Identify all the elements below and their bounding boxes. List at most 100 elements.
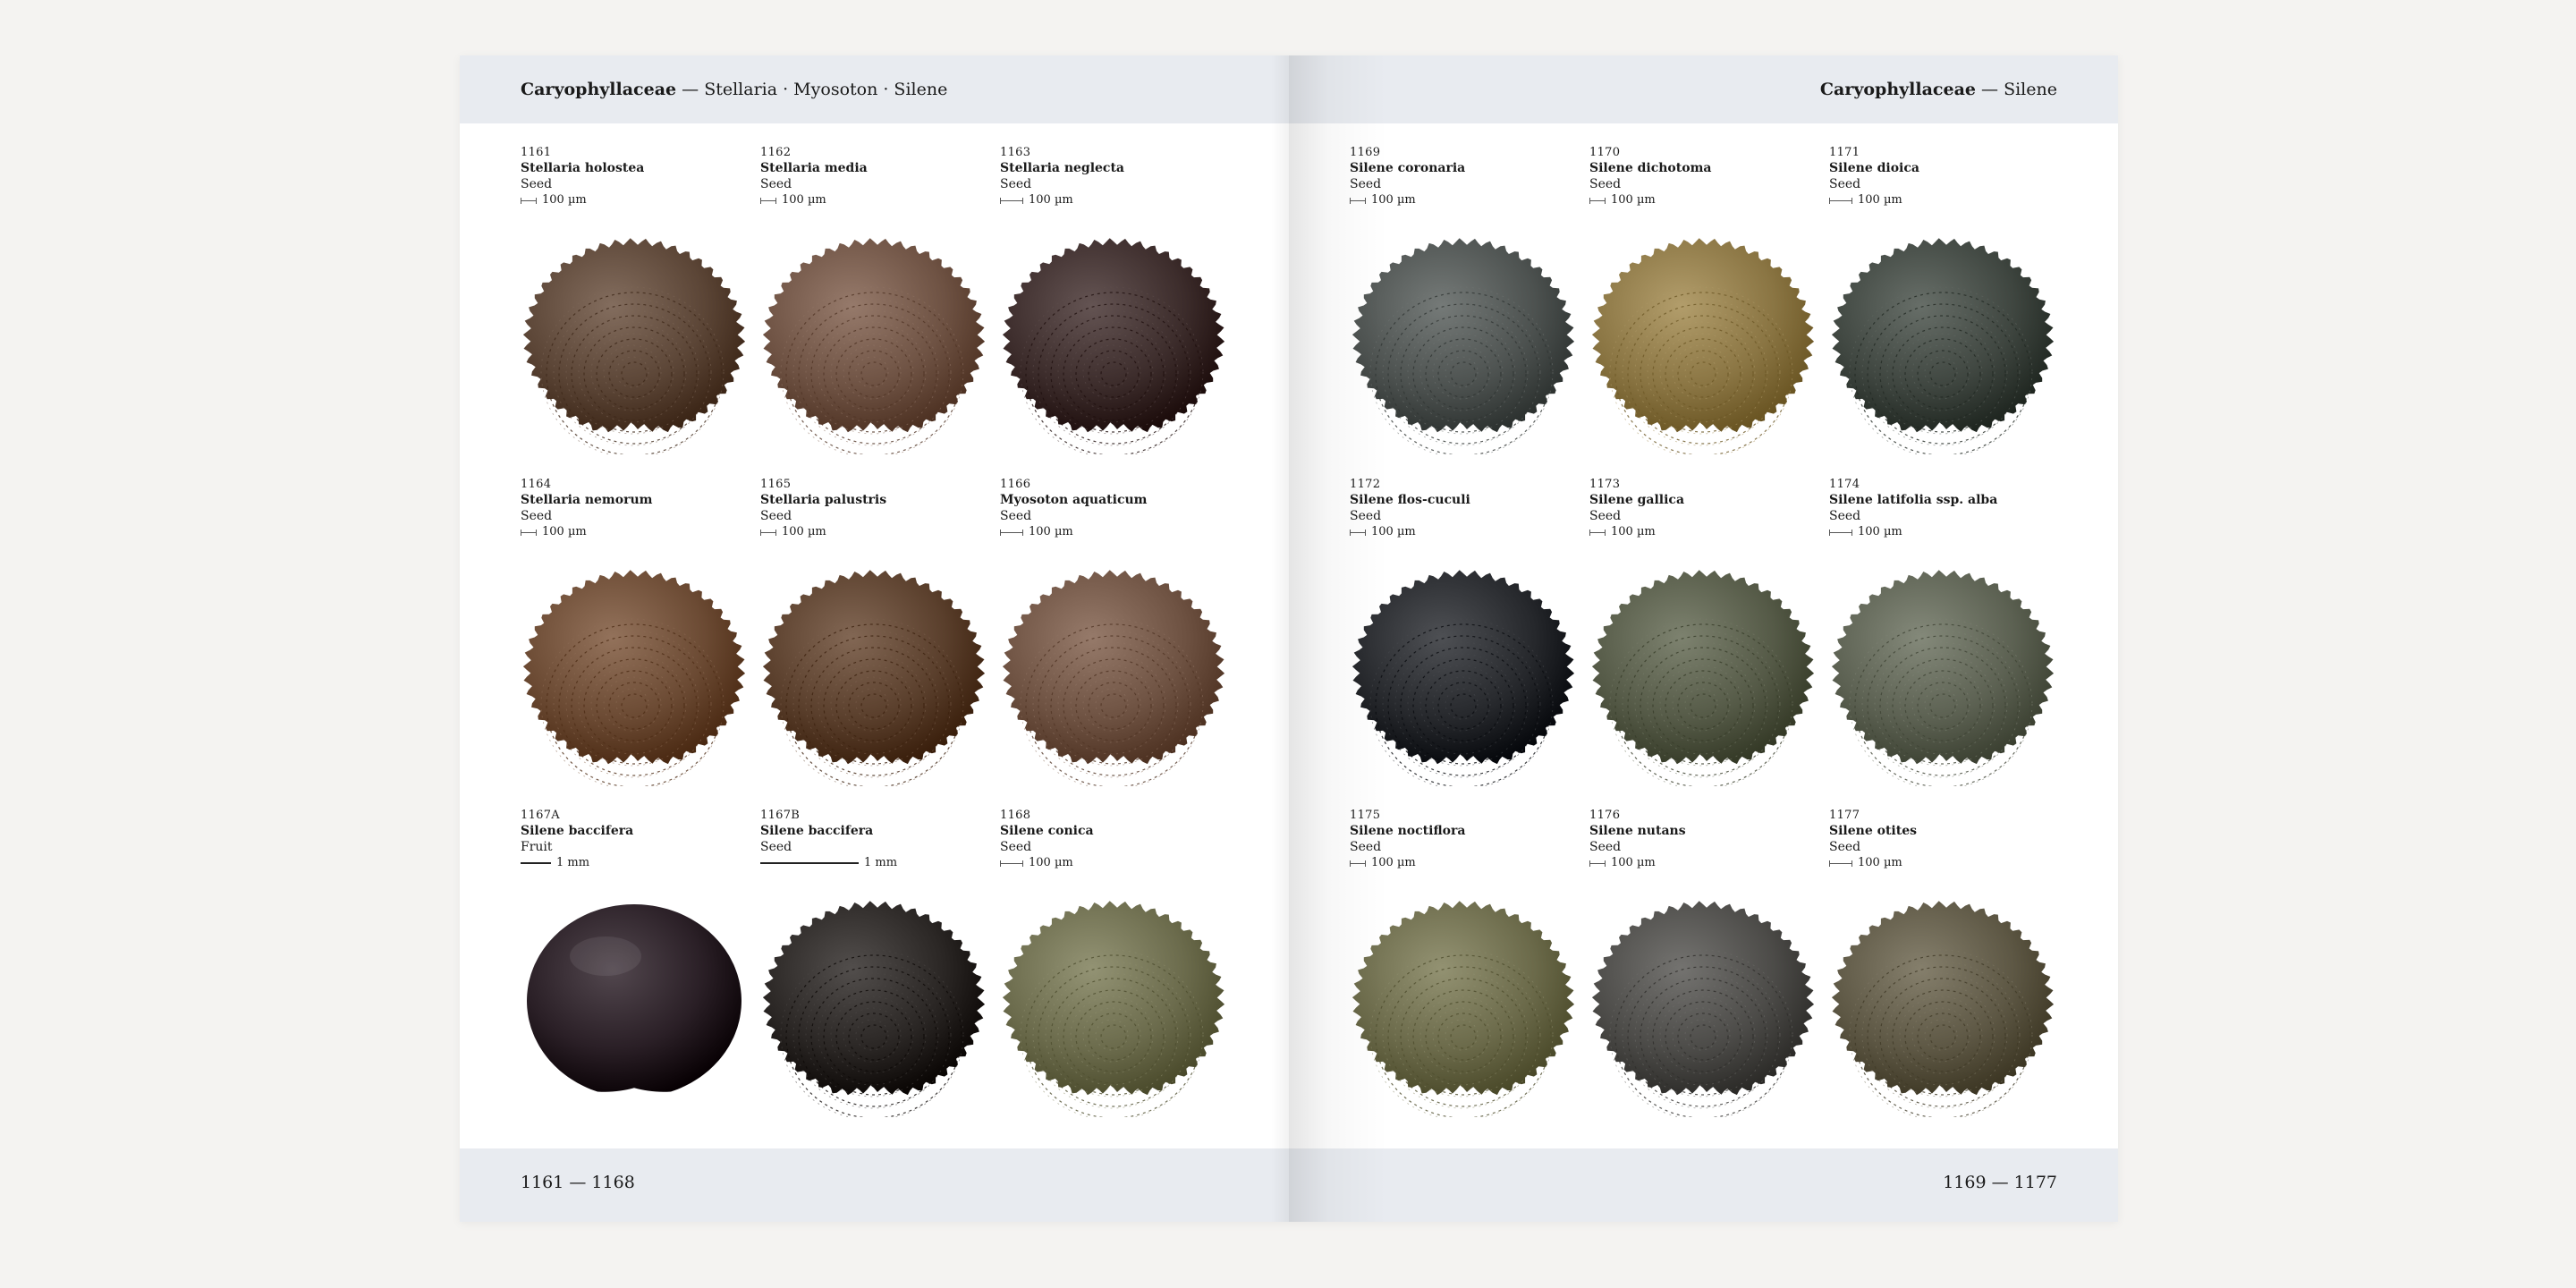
header-genera: Silene (2004, 80, 2057, 99)
specimen-card: 1162 Stellaria media Seed 100 µm (760, 145, 987, 476)
specimen-card: 1174 Silene latifolia ssp. alba Seed 100 µm (1829, 477, 2056, 808)
specimen-part: Seed (1000, 509, 1032, 523)
seed-image (1350, 554, 1577, 790)
specimen-name: Silene flos-cuculi (1350, 493, 1470, 507)
specimen-part: Seed (1829, 177, 1861, 191)
scale-label: 1 mm (864, 856, 898, 869)
specimen-number: 1175 (1350, 809, 1381, 822)
gutter-shadow (1271, 55, 1289, 1222)
scale-bar-line (1350, 860, 1366, 867)
seed-image (521, 222, 748, 458)
specimen-number: 1163 (1000, 146, 1031, 159)
scale-bar: 100 µm (1000, 855, 1227, 871)
specimen-card: 1161 Stellaria holostea Seed 100 µm (521, 145, 748, 476)
seed-image (1589, 222, 1817, 458)
book-spread: Caryophyllaceae — Stellaria · Myosoton ·… (460, 55, 2118, 1222)
seed-image (1000, 222, 1227, 458)
seed-image (1000, 554, 1227, 790)
scale-bar-line (1000, 529, 1023, 536)
specimen-part: Seed (1000, 840, 1032, 854)
scale-bar-line (1350, 197, 1366, 204)
scale-bar: 100 µm (1589, 855, 1817, 871)
specimen-part: Seed (760, 840, 792, 854)
specimen-name: Myosoton aquaticum (1000, 493, 1148, 507)
specimen-card: 1169 Silene coronaria Seed 100 µm (1350, 145, 1577, 476)
specimen-part: Seed (1589, 840, 1622, 854)
scale-label: 100 µm (1611, 525, 1656, 538)
header-separator: — (676, 80, 705, 99)
scale-bar: 100 µm (1829, 192, 2056, 208)
specimen-card: 1167B Silene baccifera Seed 1 mm (760, 808, 987, 1139)
specimen-name: Silene baccifera (760, 824, 874, 838)
scale-bar: 100 µm (760, 524, 987, 540)
specimen-number: 1161 (521, 146, 552, 159)
scale-label: 100 µm (1858, 193, 1902, 207)
specimen-grid: 1169 Silene coronaria Seed 100 µm 1170 Silene… (1350, 145, 2058, 1156)
header-family: Caryophyllaceae (521, 80, 677, 99)
specimen-card: 1177 Silene otites Seed 100 µm (1829, 808, 2056, 1139)
scale-bar: 1 mm (521, 855, 748, 871)
specimen-card: 1171 Silene dioica Seed 100 µm (1829, 145, 2056, 476)
seed-image (760, 222, 987, 458)
seed-image (521, 554, 748, 790)
scale-bar: 100 µm (1000, 192, 1227, 208)
scale-bar-line (1589, 860, 1606, 867)
seed-image (1000, 885, 1227, 1121)
scale-label: 100 µm (542, 525, 587, 538)
scale-bar-line (1000, 197, 1023, 204)
seed-image (1829, 222, 2056, 458)
specimen-part: Seed (1350, 177, 1382, 191)
scale-bar: 1 mm (760, 855, 987, 871)
specimen-number: 1170 (1589, 146, 1621, 159)
page-header: Caryophyllaceae — Stellaria · Myosoton ·… (521, 79, 947, 100)
specimen-card: 1173 Silene gallica Seed 100 µm (1589, 477, 1817, 808)
specimen-grid: 1161 Stellaria holostea Seed 100 µm 1162 Stel… (521, 145, 1229, 1156)
scale-label: 100 µm (1611, 193, 1656, 207)
specimen-number: 1177 (1829, 809, 1860, 822)
specimen-name: Stellaria nemorum (521, 493, 653, 507)
header-genera: Stellaria · Myosoton · Silene (704, 80, 948, 99)
specimen-number: 1176 (1589, 809, 1621, 822)
header-separator: — (1976, 80, 2004, 99)
seed-image (1350, 222, 1577, 458)
specimen-part: Seed (521, 177, 553, 191)
scale-bar: 100 µm (1589, 524, 1817, 540)
scale-bar-line (1589, 197, 1606, 204)
page-range: 1169 — 1177 (1943, 1173, 2057, 1192)
specimen-number: 1172 (1350, 478, 1381, 491)
right-page: Caryophyllaceae — Silene 1169 Silene coro… (1289, 55, 2118, 1222)
specimen-name: Silene dioica (1829, 161, 1919, 175)
scale-label: 100 µm (1029, 856, 1073, 869)
specimen-part: Seed (1829, 509, 1861, 523)
seed-image (760, 554, 987, 790)
specimen-card: 1164 Stellaria nemorum Seed 100 µm (521, 477, 748, 808)
scale-label: 100 µm (1029, 525, 1073, 538)
scale-bar: 100 µm (1829, 524, 2056, 540)
scale-bar-line (1829, 860, 1852, 867)
specimen-name: Stellaria palustris (760, 493, 887, 507)
scale-bar-line (521, 862, 551, 864)
specimen-part: Seed (760, 177, 792, 191)
seed-image (521, 885, 748, 1117)
scale-label: 100 µm (1029, 193, 1073, 207)
specimen-name: Silene latifolia ssp. alba (1829, 493, 1998, 507)
specimen-number: 1169 (1350, 146, 1381, 159)
specimen-name: Silene noctiflora (1350, 824, 1466, 838)
specimen-card: 1175 Silene noctiflora Seed 100 µm (1350, 808, 1577, 1139)
scale-bar-line (760, 862, 859, 864)
left-page: Caryophyllaceae — Stellaria · Myosoton ·… (460, 55, 1289, 1222)
specimen-card: 1166 Myosoton aquaticum Seed 100 µm (1000, 477, 1227, 808)
specimen-card: 1168 Silene conica Seed 100 µm (1000, 808, 1227, 1139)
scale-label: 100 µm (542, 193, 587, 207)
specimen-card: 1167A Silene baccifera Fruit 1 mm (521, 808, 748, 1139)
scale-bar-line (760, 197, 776, 204)
scale-label: 100 µm (1858, 525, 1902, 538)
seed-image (1589, 554, 1817, 790)
scale-bar-line (1829, 529, 1852, 536)
specimen-name: Stellaria media (760, 161, 868, 175)
scale-bar: 100 µm (1350, 192, 1577, 208)
specimen-name: Stellaria holostea (521, 161, 645, 175)
specimen-part: Fruit (521, 840, 553, 854)
header-family: Caryophyllaceae (1819, 80, 1976, 99)
scale-label: 100 µm (1858, 856, 1902, 869)
